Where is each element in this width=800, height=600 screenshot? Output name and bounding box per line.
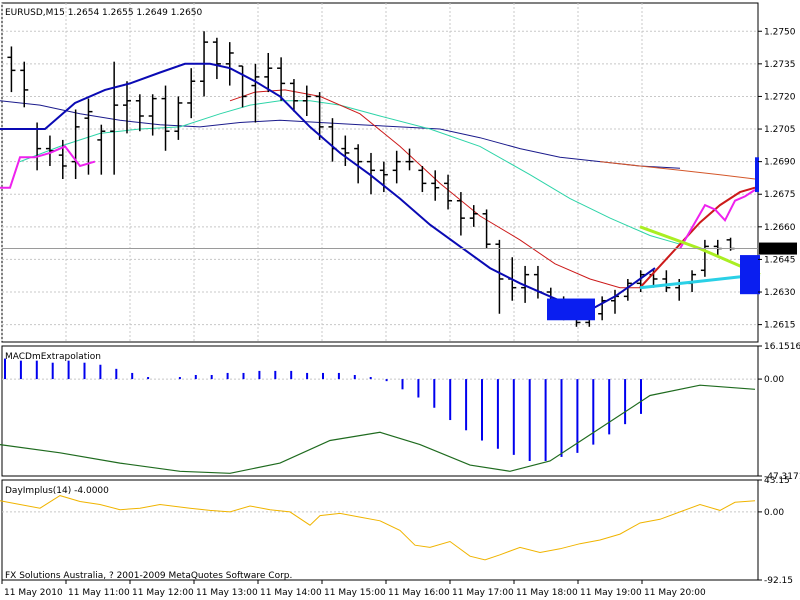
y-tick-label: 1.2615 — [764, 321, 796, 331]
price-tag-label: 1.2650 — [762, 245, 794, 255]
dayimp-y-tick-label: 43.15 — [764, 476, 790, 486]
y-tick-label: 1.2750 — [764, 27, 796, 37]
x-tick-label: 11 May 14:00 — [260, 588, 322, 598]
y-tick-label: 1.2705 — [764, 125, 796, 135]
y-tick-label: 1.2735 — [764, 60, 796, 70]
x-tick-label: 11 May 13:00 — [196, 588, 258, 598]
y-tick-label: 1.2645 — [764, 255, 796, 265]
x-tick-label: 11 May 15:00 — [324, 588, 386, 598]
y-tick-label: 1.2630 — [764, 288, 796, 298]
dayimplus-title: DayImplus(14) -4.0000 — [5, 486, 109, 496]
chart-root: 11 May 2010 11 May 11:00 11 May 12:00 11 Ma… — [0, 2, 800, 598]
x-tick-label: 11 May 17:00 — [452, 588, 514, 598]
copyright-text: FX Solutions Australia, ? 2001-2009 Meta… — [5, 571, 292, 581]
y-tick-label: 1.2675 — [764, 190, 796, 200]
panel-frame-di — [1, 479, 759, 581]
macd-y-tick-label: 0.00 — [764, 375, 784, 385]
blue-box — [547, 298, 595, 321]
x-tick-label: 11 May 20:00 — [644, 588, 706, 598]
panel-frame-main — [1, 2, 759, 343]
x-tick-label: 11 May 12:00 — [132, 588, 194, 598]
macd-title: MACDmExtrapolation — [5, 352, 101, 362]
x-tick-label: 11 May 2010 — [4, 588, 63, 598]
x-tick-label: 11 May 16:00 — [388, 588, 450, 598]
blue-box — [740, 255, 760, 295]
x-tick-label: 11 May 11:00 — [68, 588, 130, 598]
x-tick-label: 11 May 19:00 — [580, 588, 642, 598]
panel-frame-macd — [1, 345, 759, 477]
dayimp-y-tick-label: 0.00 — [764, 508, 784, 518]
blue-box — [755, 157, 759, 193]
main-chart-title: EURUSD,M15 1.2654 1.2655 1.2649 1.2650 — [5, 8, 203, 18]
y-tick-label: 1.2690 — [764, 158, 796, 168]
y-tick-label: 1.2660 — [764, 223, 796, 233]
y-tick-label: 1.2720 — [764, 92, 796, 102]
dayimp-y-tick-label: -92.15 — [764, 576, 793, 586]
panel-frames — [1, 2, 759, 581]
macd-y-tick-label: 16.1516 — [764, 342, 800, 352]
x-tick-label: 11 May 18:00 — [516, 588, 578, 598]
